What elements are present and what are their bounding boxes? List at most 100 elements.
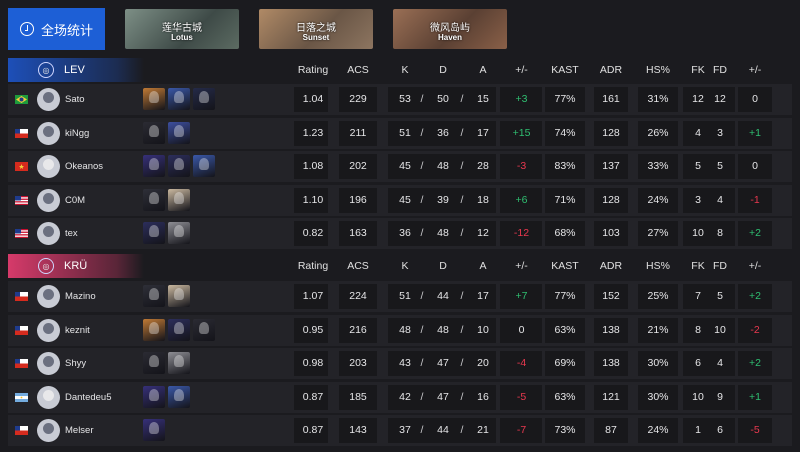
agent-icon [193, 155, 215, 177]
agent-icon [193, 88, 215, 110]
stat-acs: 143 [349, 424, 367, 436]
player-name[interactable]: Dantedeu5 [65, 382, 111, 413]
column-header[interactable]: +/- [740, 254, 770, 278]
column-header[interactable]: +/- [740, 58, 770, 82]
column-header[interactable]: ADR [595, 254, 627, 278]
agent-list [143, 285, 190, 307]
player-row[interactable]: Okeanos 1.08 202 45 48 28 -3 83% 137 33% 5 5 0// [8, 151, 792, 182]
stat-acs: 196 [349, 193, 367, 206]
column-header[interactable]: ADR [595, 58, 627, 82]
player-name[interactable]: keznit [65, 315, 90, 346]
player-row[interactable]: Shyy 0.98 203 43 47 20 -4 69% 138 30% 6 4 +2// [8, 348, 792, 379]
player-row[interactable]: Melser 0.87 143 37 44 21 -7 73% 87 24% 1 6 -5// [8, 415, 792, 446]
player-row[interactable]: kiNgg 1.23 211 51 36 17 +15 74% 128 26% 4 3 +1// [8, 117, 792, 149]
player-name[interactable]: Sato [65, 84, 85, 115]
player-row[interactable]: Sato 1.04 229 53 50 15 +3 77% 161 31% 12 12 0// [8, 84, 792, 115]
column-header[interactable]: FD [711, 58, 729, 82]
player-name[interactable]: Shyy [65, 348, 86, 379]
player-name[interactable]: C0M [65, 185, 85, 216]
stat-rating: 1.10 [302, 193, 324, 206]
stat-acs: 163 [349, 227, 367, 239]
stat-fpm: -5 [750, 424, 760, 436]
player-row[interactable]: keznit 0.95 216 48 48 10 0 63% 138 21% 8 10 -2// [8, 314, 792, 346]
column-header[interactable]: HS% [640, 58, 676, 82]
stat-hs: 30% [647, 357, 669, 369]
column-header[interactable]: Rating [297, 58, 329, 82]
country-flag-icon [15, 195, 28, 205]
column-header[interactable]: KAST [545, 254, 585, 278]
kda-separator: / [460, 160, 464, 172]
player-row[interactable]: tex 0.82 163 36 48 12 -12 68% 103 27% 10 8 +2// [8, 218, 792, 249]
agent-list [143, 318, 215, 341]
stat-fpm: +2 [749, 357, 761, 369]
stat-fk: 12 [692, 93, 704, 105]
column-header[interactable]: K [392, 58, 418, 82]
player-name[interactable]: tex [65, 218, 78, 249]
player-row[interactable]: Mazino 1.07 224 51 44 17 +7 77% 152 25% 7 5 +2// [8, 281, 792, 312]
kda-separator: / [460, 323, 464, 336]
stat-a: 17 [477, 126, 489, 139]
column-header[interactable]: HS% [640, 254, 676, 278]
agent-icon [168, 352, 190, 374]
stat-d: 47 [437, 357, 449, 369]
agent-list [143, 385, 190, 408]
team-logo-icon: ◎ [38, 258, 54, 274]
agent-icon [143, 121, 165, 144]
stat-pm: +7 [515, 290, 528, 302]
stat-rating: 1.04 [302, 93, 324, 105]
stat-pm: +6 [515, 193, 528, 206]
agent-icon [168, 385, 190, 408]
column-header[interactable]: A [470, 254, 496, 278]
stat-fd: 3 [717, 126, 723, 139]
team-bar[interactable]: ◎ LEV [8, 58, 144, 82]
agent-icon [168, 88, 190, 110]
column-header[interactable]: D [430, 254, 456, 278]
stat-rating: 0.87 [302, 424, 324, 436]
stat-a: 17 [477, 290, 489, 302]
stat-fd: 4 [717, 357, 723, 369]
map-tab-lotus[interactable]: 莲华古城 Lotus [125, 9, 239, 49]
avatar [37, 419, 60, 442]
stat-hs: 25% [647, 290, 669, 302]
stat-kast: 77% [554, 290, 576, 302]
agent-list [143, 419, 165, 441]
player-name[interactable]: Okeanos [65, 151, 103, 182]
column-header[interactable]: D [430, 58, 456, 82]
kda-separator: / [460, 193, 464, 206]
map-tab-sunset[interactable]: 日落之城 Sunset [259, 9, 373, 49]
column-header[interactable]: ACS [339, 58, 377, 82]
stat-fk: 4 [695, 126, 701, 139]
column-header[interactable]: KAST [545, 58, 585, 82]
column-header[interactable]: ACS [339, 254, 377, 278]
player-row[interactable]: C0M 1.10 196 45 39 18 +6 71% 128 24% 3 4 -1// [8, 184, 792, 216]
column-header[interactable]: FK [689, 254, 707, 278]
stat-fd: 12 [714, 93, 726, 105]
column-header[interactable]: FD [711, 254, 729, 278]
stat-fk: 6 [695, 357, 701, 369]
player-name[interactable]: Mazino [65, 281, 96, 312]
column-header[interactable]: FK [689, 58, 707, 82]
agent-icon [143, 188, 165, 211]
stat-kast: 73% [554, 424, 576, 436]
column-header[interactable]: +/- [505, 254, 538, 278]
map-tab-haven[interactable]: 微风岛屿 Haven [393, 9, 507, 49]
column-header[interactable]: +/- [505, 58, 538, 82]
agent-icon [168, 222, 190, 244]
player-row[interactable]: Dantedeu5 0.87 185 42 47 16 -5 63% 121 30% 10 9 +1// [8, 381, 792, 413]
column-header[interactable]: A [470, 58, 496, 82]
stat-adr: 121 [602, 390, 620, 403]
all-stats-button[interactable]: 全场统计 [8, 8, 105, 50]
column-header[interactable]: Rating [297, 254, 329, 278]
agent-icon [143, 318, 165, 341]
stat-d: 39 [437, 193, 449, 206]
player-name[interactable]: Melser [65, 415, 94, 446]
team-bar[interactable]: ◎ KRÜ [8, 254, 144, 278]
stat-fd: 10 [714, 323, 726, 336]
agent-icon [143, 88, 165, 110]
column-header[interactable]: K [392, 254, 418, 278]
stat-adr: 128 [602, 126, 620, 139]
player-name[interactable]: kiNgg [65, 118, 89, 149]
kda-separator: / [420, 160, 424, 172]
stat-d: 48 [437, 160, 449, 172]
stat-acs: 224 [349, 290, 367, 302]
